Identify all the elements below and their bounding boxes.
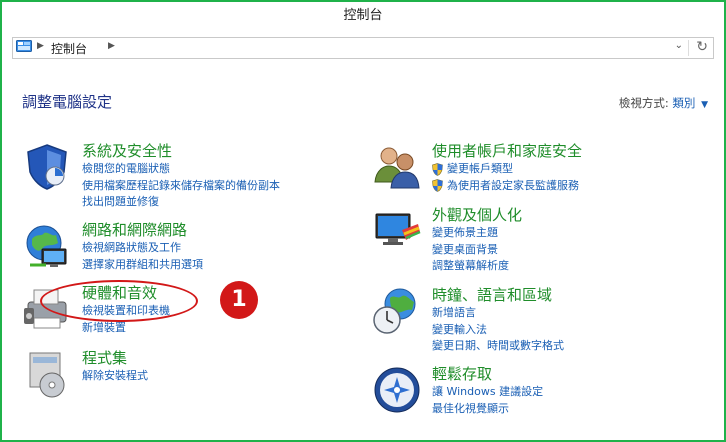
view-by-label: 檢視方式: — [618, 96, 669, 110]
address-separator — [688, 40, 689, 56]
link-file-history[interactable]: 使用檔案歷程記錄來儲存檔案的備份副本 — [82, 178, 332, 195]
breadcrumb-expand-icon[interactable]: ▶ — [108, 41, 115, 51]
monitor-palette-icon — [375, 213, 421, 245]
clock-globe-icon — [373, 288, 416, 334]
users-icon — [374, 147, 420, 189]
link-optimize-visual[interactable]: 最佳化視覺顯示 — [432, 401, 682, 418]
link-label: 為使用者設定家長監護服務 — [447, 178, 579, 192]
uac-shield-icon — [432, 179, 443, 193]
refresh-icon[interactable]: ↻ — [696, 39, 708, 55]
link-date-time-format[interactable]: 變更日期、時間或數字格式 — [432, 338, 682, 355]
page-title: 調整電腦設定 — [22, 93, 113, 111]
uac-shield-icon — [432, 162, 443, 176]
view-by[interactable]: 檢視方式: 類別 ▼ — [619, 95, 708, 111]
category-title[interactable]: 程式集 — [82, 349, 332, 368]
ease-of-access-icon — [374, 367, 420, 413]
link-parental-controls[interactable]: 為使用者設定家長監護服務 — [432, 178, 682, 195]
shield-icon — [27, 144, 67, 190]
category-title[interactable]: 時鐘、語言和區域 — [432, 286, 682, 305]
address-dropdown-icon[interactable]: ⌄ — [675, 40, 683, 51]
link-homegroup[interactable]: 選擇家用群組和共用選項 — [82, 257, 332, 274]
link-uninstall[interactable]: 解除安裝程式 — [82, 368, 332, 385]
category-title[interactable]: 使用者帳戶和家庭安全 — [432, 142, 682, 161]
highlight-ellipse — [40, 280, 198, 322]
link-windows-suggest-settings[interactable]: 讓 Windows 建議設定 — [432, 384, 682, 401]
category-title[interactable]: 系統及安全性 — [82, 142, 332, 161]
control-panel-icon — [16, 40, 32, 52]
programs-icon — [29, 352, 65, 398]
category-title[interactable]: 輕鬆存取 — [432, 365, 682, 384]
link-troubleshoot[interactable]: 找出問題並修復 — [82, 194, 332, 211]
link-desktop-background[interactable]: 變更桌面背景 — [432, 242, 682, 259]
link-change-theme[interactable]: 變更佈景主題 — [432, 225, 682, 242]
category-title[interactable]: 外觀及個人化 — [432, 206, 682, 225]
breadcrumb-control-panel[interactable]: 控制台 — [51, 40, 87, 57]
network-globe-icon — [26, 225, 67, 267]
link-screen-resolution[interactable]: 調整螢幕解析度 — [432, 258, 682, 275]
chevron-down-icon[interactable]: ▼ — [701, 100, 708, 110]
link-network-status[interactable]: 檢視網路狀態及工作 — [82, 240, 332, 257]
breadcrumb-arrow-icon[interactable]: ▶ — [37, 41, 44, 51]
view-by-value[interactable]: 類別 — [672, 96, 695, 110]
link-change-account-type[interactable]: 變更帳戶類型 — [432, 161, 682, 178]
step-badge: 1 — [220, 281, 258, 319]
address-bar[interactable]: ▶ 控制台 ▶ ⌄ ↻ — [12, 37, 714, 59]
link-add-language[interactable]: 新增語言 — [432, 305, 682, 322]
category-title[interactable]: 網路和網際網路 — [82, 221, 332, 240]
link-label: 變更帳戶類型 — [447, 162, 513, 175]
link-review-status[interactable]: 檢閱您的電腦狀態 — [82, 161, 332, 178]
link-input-method[interactable]: 變更輸入法 — [432, 322, 682, 339]
window-title: 控制台 — [2, 2, 724, 32]
